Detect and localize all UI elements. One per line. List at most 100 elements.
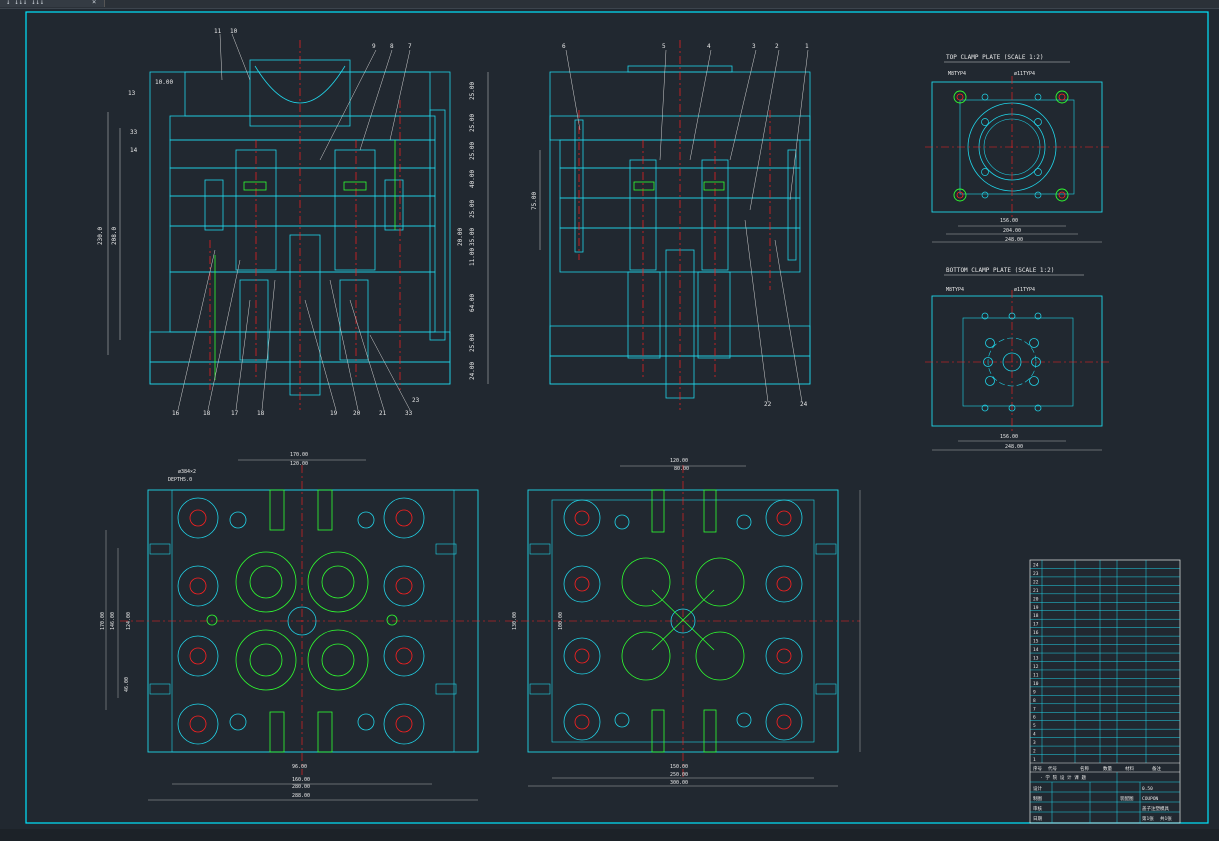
- row-number: 20: [1033, 596, 1039, 602]
- dimension: 80.00: [674, 466, 689, 472]
- view-title: BOTTOM CLAMP PLATE (SCALE 1:2): [946, 267, 1054, 274]
- drawing-frame: [25, 11, 1209, 824]
- row-number: 16: [1033, 630, 1039, 636]
- part-number: 23: [412, 397, 420, 404]
- section-right-leaders: [539, 49, 809, 403]
- row-number: 14: [1033, 647, 1039, 653]
- section-left-centerlines: [209, 40, 401, 410]
- dimension: 170.00: [100, 612, 106, 630]
- row-number: 19: [1033, 605, 1039, 611]
- status-bar: [0, 829, 1219, 841]
- dimension: 230.0: [97, 227, 104, 245]
- dimension: 100.00: [558, 612, 564, 630]
- tab-label: ↓ ↓↓↓ ↓↓↓: [6, 0, 44, 6]
- label-cell: 审核: [1033, 805, 1042, 812]
- header-cell: 名称: [1080, 765, 1089, 772]
- part-number: 3: [752, 43, 756, 50]
- part-number: 22: [764, 401, 772, 408]
- dimension: 25.00: [469, 114, 476, 132]
- part-number: 5: [662, 43, 666, 50]
- view-title: TOP CLAMP PLATE (SCALE 1:2): [946, 54, 1044, 61]
- part-number: 2: [775, 43, 779, 50]
- plan-view-right: 120.00 80.00 150.00 250.00 300.00 130.00…: [505, 458, 861, 787]
- part-number: 7: [408, 43, 412, 50]
- section-right-details: [633, 181, 725, 191]
- header-cell: 序号: [1033, 765, 1042, 772]
- dimension: 20.00: [457, 228, 464, 246]
- dimension: 75.00: [531, 192, 538, 210]
- part-number: 8: [390, 43, 394, 50]
- header-cell: 材料: [1125, 765, 1134, 772]
- value-cell: 装配图: [1120, 795, 1134, 802]
- part-number: 18: [257, 410, 265, 417]
- dimension: 208.0: [111, 227, 118, 245]
- row-number: 10: [1033, 681, 1039, 687]
- title-block: 242322212019181716151413121110987654321 …: [1029, 559, 1181, 824]
- dimension: 280.00: [292, 784, 310, 790]
- close-icon[interactable]: ×: [92, 0, 96, 7]
- dimension: 156.00: [1000, 218, 1018, 224]
- row-number: 1: [1033, 757, 1036, 763]
- row-number: 8: [1033, 698, 1036, 704]
- part-number: 14: [130, 147, 138, 154]
- row-number: 22: [1033, 579, 1039, 585]
- row-number: 24: [1033, 562, 1039, 568]
- note: ø384×2: [178, 469, 196, 475]
- row-number: 17: [1033, 622, 1039, 628]
- dimension: 25.00: [469, 142, 476, 160]
- part-number: 18: [203, 410, 211, 417]
- dimension: 35.00: [469, 228, 476, 246]
- part-number: 10: [230, 28, 238, 35]
- row-number: 9: [1033, 689, 1036, 695]
- row-number: 13: [1033, 656, 1039, 662]
- dimension: 40.00: [469, 170, 476, 188]
- dimension: 64.00: [469, 294, 476, 312]
- top-clamp-plate-view: TOP CLAMP PLATE (SCALE 1:2) M8TYP4 ø11TY…: [925, 54, 1110, 243]
- row-number: 4: [1033, 732, 1036, 738]
- part-number: 1: [805, 43, 809, 50]
- row-number: 6: [1033, 715, 1036, 721]
- value-cell: 盖子注塑模具: [1142, 805, 1169, 812]
- dimension: 24.00: [469, 362, 476, 380]
- dimension: 288.00: [292, 793, 310, 799]
- dimension: 170.00: [290, 452, 308, 458]
- dimension: 248.00: [1005, 444, 1023, 450]
- part-number: 33: [405, 410, 413, 417]
- section-right-centerlines: [578, 40, 771, 410]
- value-cell: 共1张: [1160, 815, 1172, 822]
- part-number: 16: [172, 410, 180, 417]
- row-number: 12: [1033, 664, 1039, 670]
- dimension: 120.00: [290, 461, 308, 467]
- section-left-labels: 11 10 9 8 7 13 33 14 16 18 17 18 19 20 2…: [97, 28, 420, 417]
- row-number: 21: [1033, 588, 1039, 594]
- value-cell: COUPON: [1142, 796, 1159, 802]
- header-cell: 数量: [1103, 765, 1112, 772]
- cad-canvas[interactable]: 11 10 9 8 7 13 33 14 16 18 17 18 19 20 2…: [0, 8, 1219, 841]
- part-number: 17: [231, 410, 239, 417]
- hole-label: M8TYP4: [946, 287, 964, 293]
- dimension: 11.00: [469, 248, 476, 266]
- label-cell: 设计: [1033, 785, 1042, 792]
- row-number: 5: [1033, 723, 1036, 729]
- tab-drawing[interactable]: ↓ ↓↓↓ ↓↓↓ ×: [0, 0, 105, 7]
- dimension: 130.00: [512, 612, 518, 630]
- row-number: 15: [1033, 639, 1039, 645]
- hole-label: ø11TYP4: [1014, 287, 1035, 293]
- hole-label: ø11TYP4: [1014, 71, 1035, 77]
- dimension: 25.00: [469, 200, 476, 218]
- part-number: 4: [707, 43, 711, 50]
- part-number: 19: [330, 410, 338, 417]
- dimension: 10.00: [155, 79, 173, 86]
- dimension: 124.00: [126, 612, 132, 630]
- row-number: 2: [1033, 749, 1036, 755]
- dimension: 96.00: [292, 764, 307, 770]
- part-number: 13: [128, 90, 136, 97]
- row-number: 18: [1033, 613, 1039, 619]
- row-number: 3: [1033, 740, 1036, 746]
- header-cell: 备注: [1152, 765, 1161, 772]
- row-number: 7: [1033, 706, 1036, 712]
- dimension: 120.00: [670, 458, 688, 464]
- label-cell: 日期: [1033, 816, 1042, 822]
- dimension: 150.00: [670, 764, 688, 770]
- bottom-clamp-plate-view: BOTTOM CLAMP PLATE (SCALE 1:2) M8TYP4 ø1…: [925, 267, 1110, 451]
